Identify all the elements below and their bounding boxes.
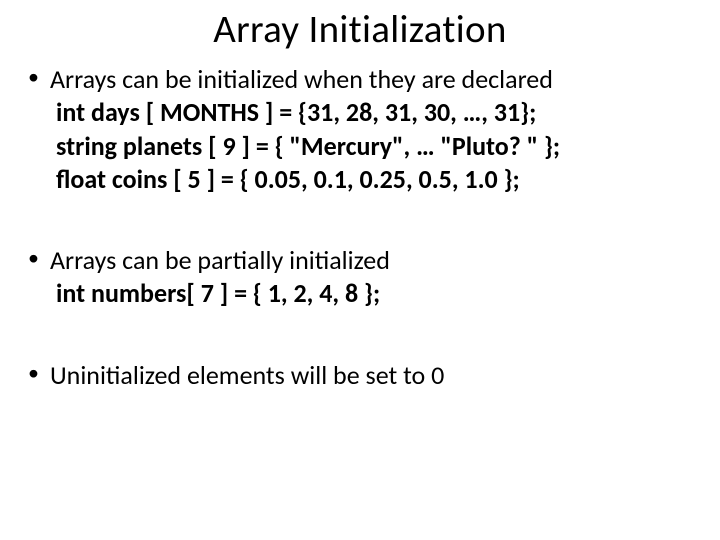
bullet-lead: Uninitialized elements will be set to 0 xyxy=(50,359,694,392)
slide: Array Initialization Arrays can be initi… xyxy=(0,6,720,540)
slide-body: Arrays can be initialized when they are … xyxy=(26,63,694,392)
bullet-item: Arrays can be partially initialized int … xyxy=(26,244,694,311)
code-line: int days [ MONTHS ] = {31, 28, 31, 30, …… xyxy=(50,96,694,129)
bullet-lead: Arrays can be partially initialized xyxy=(50,244,694,277)
bullet-item: Arrays can be initialized when they are … xyxy=(26,63,694,196)
code-line: int numbers[ 7 ] = { 1, 2, 4, 8 }; xyxy=(50,277,694,310)
bullet-lead: Arrays can be initialized when they are … xyxy=(50,63,694,96)
bullet-item: Uninitialized elements will be set to 0 xyxy=(26,359,694,392)
code-line: string planets [ 9 ] = { "Mercury", … "P… xyxy=(50,130,694,163)
slide-title: Array Initialization xyxy=(26,6,694,53)
code-line: float coins [ 5 ] = { 0.05, 0.1, 0.25, 0… xyxy=(50,163,694,196)
